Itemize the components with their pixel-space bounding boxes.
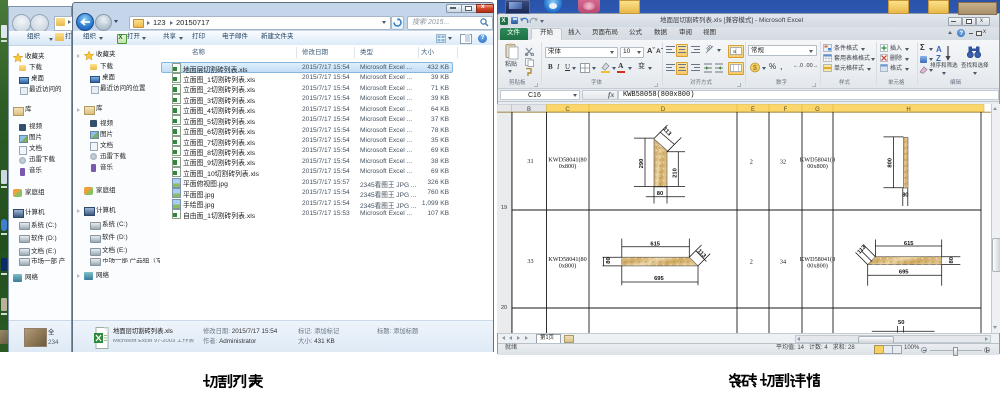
svg-text:290: 290 <box>639 159 645 169</box>
svg-text:31: 31 <box>527 158 533 165</box>
svg-text:B: B <box>527 107 531 113</box>
svg-text:Z: Z <box>936 54 941 62</box>
svg-text:80: 80 <box>949 257 955 263</box>
svg-text:E: E <box>751 107 755 113</box>
svg-text:2: 2 <box>750 159 753 166</box>
svg-text:0x800): 0x800) <box>559 263 577 270</box>
svg-text:80: 80 <box>902 193 908 199</box>
svg-text:H: H <box>906 107 910 113</box>
svg-text:0x800): 0x800) <box>559 163 577 170</box>
svg-text:32: 32 <box>780 159 786 166</box>
svg-text:A: A <box>936 45 942 54</box>
svg-text:695: 695 <box>899 270 909 276</box>
svg-text:800: 800 <box>888 158 894 168</box>
svg-text:20: 20 <box>501 305 507 311</box>
svg-text:80: 80 <box>606 257 612 263</box>
svg-text:F: F <box>784 107 788 113</box>
svg-text:80: 80 <box>657 191 663 197</box>
svg-text:19: 19 <box>501 205 507 211</box>
svg-text:615: 615 <box>650 242 660 248</box>
svg-text:D: D <box>661 107 666 113</box>
svg-text:$: $ <box>753 65 757 72</box>
svg-text:615: 615 <box>904 241 914 247</box>
svg-text:G: G <box>815 107 820 113</box>
svg-text:00x800): 00x800) <box>807 263 828 270</box>
svg-text:210: 210 <box>673 168 679 178</box>
svg-text:00x800): 00x800) <box>807 163 828 170</box>
svg-text:50: 50 <box>898 320 904 326</box>
svg-text:ab: ab <box>705 44 714 53</box>
svg-text:2: 2 <box>750 259 753 266</box>
svg-text:695: 695 <box>654 276 664 282</box>
svg-text:34: 34 <box>780 259 786 266</box>
svg-text:C: C <box>565 107 570 113</box>
svg-text:33: 33 <box>527 258 533 265</box>
